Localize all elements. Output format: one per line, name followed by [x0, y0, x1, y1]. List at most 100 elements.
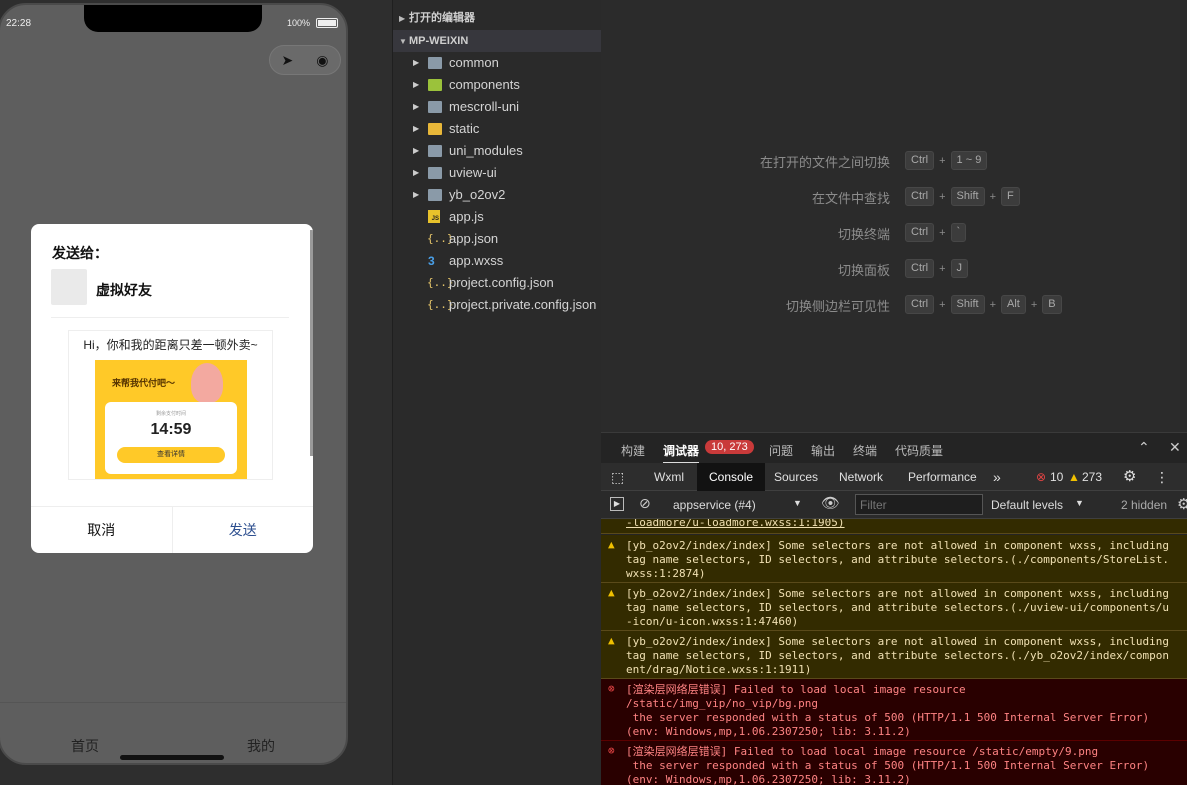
open-editors-label: 打开的编辑器	[409, 12, 475, 24]
status-time: 22:28	[6, 18, 32, 29]
dropdown-arrow-icon[interactable]: ▼	[793, 498, 802, 508]
mini-program-capsule[interactable]: ➤ ◉	[269, 45, 341, 75]
share-card: Hi，你和我的距离只差一顿外卖~ 来帮我代付吧～ 剩余支付时间 14:59 查看…	[68, 330, 273, 480]
devtools-tabs: ⬚ Wxml Console Sources Network Performan…	[601, 463, 1187, 491]
friend-name: 虚拟好友	[96, 282, 152, 298]
hidden-count: 2 hidden	[1121, 498, 1168, 512]
share-card-image: 来帮我代付吧～ 剩余支付时间 14:59 查看详情	[95, 360, 247, 479]
kebab-menu-icon[interactable]: ⋮	[1155, 463, 1169, 491]
tree-item-common[interactable]: ▶ common	[393, 52, 602, 74]
shortcut-label: 在打开的文件之间切换	[759, 155, 890, 170]
error-circle-icon: ⊗	[1036, 470, 1047, 484]
console-toolbar: ▶ ⊘ appservice (#4) ▼ 👁 Default levels ▼…	[601, 491, 1187, 519]
console-warning: ▲ [yb_o2ov2/index/index] Some selectors a…	[601, 583, 1187, 631]
cancel-button[interactable]: 取消	[31, 507, 173, 553]
sidebar-toggle-icon[interactable]: ▶	[610, 497, 624, 511]
tree-item-label: yb_o2ov2	[449, 187, 506, 202]
tree-item-label: project.private.config.json	[449, 297, 597, 312]
tree-item-static[interactable]: ▶ static	[393, 118, 602, 140]
tree-item-app-wxss[interactable]: 3 app.wxss	[393, 250, 602, 272]
chevron-right-icon: ▶	[413, 146, 420, 155]
key-cap: B	[1042, 295, 1062, 314]
collapse-panel-icon[interactable]: ⌃	[1138, 439, 1150, 456]
console-message: -loadmore/u-loadmore.wxss:1:1905)	[601, 519, 1187, 534]
source-link[interactable]: -loadmore/u-loadmore.wxss:1:1905)	[626, 519, 845, 529]
tree-item-app-json[interactable]: {..} app.json	[393, 228, 602, 250]
tab-code-quality[interactable]: 代码质量	[895, 442, 943, 459]
plus-sign: +	[939, 298, 946, 311]
tree-item-yb-o2ov2[interactable]: ▶ yb_o2ov2	[393, 184, 602, 206]
chevron-right-icon: ▶	[413, 102, 420, 111]
context-selector[interactable]: appservice (#4)	[673, 498, 756, 512]
filter-input[interactable]	[855, 494, 983, 515]
project-header[interactable]: ▼ MP-WEIXIN	[393, 30, 601, 52]
warning-triangle-icon: ▲	[608, 586, 615, 599]
shortcut-label: 在文件中查找	[811, 191, 890, 206]
tab-sources[interactable]: Sources	[774, 463, 818, 491]
plus-sign: +	[989, 190, 996, 203]
message-line: tag name selectors, ID selectors, and at…	[626, 649, 1170, 662]
message-line: ent/drag/Notice.wxss:1:1911)	[626, 663, 812, 676]
eye-icon[interactable]: 👁	[821, 494, 840, 512]
key-cap: J	[950, 259, 969, 278]
chevron-right-icon: ▶	[399, 14, 406, 23]
file-explorer: ▶ 打开的编辑器 ▼ MP-WEIXIN ▶ common ▶ components ▶…	[392, 0, 601, 785]
tree-item-components[interactable]: ▶ components	[393, 74, 602, 96]
debugger-badge: 10, 273	[705, 440, 754, 454]
levels-dropdown-icon[interactable]: ▼	[1075, 498, 1084, 508]
tab-wxml[interactable]: Wxml	[654, 463, 684, 491]
tree-item-mescroll-uni[interactable]: ▶ mescroll-uni	[393, 96, 602, 118]
modal-scrollbar[interactable]	[310, 230, 313, 456]
tree-item-label: static	[449, 121, 480, 136]
tab-network[interactable]: Network	[839, 463, 883, 491]
key-cap: Alt	[1001, 295, 1026, 314]
battery-icon	[316, 18, 338, 28]
inspect-element-icon[interactable]: ⬚	[611, 463, 624, 491]
key-cap: Ctrl	[905, 187, 935, 206]
tab-debugger[interactable]: 调试器	[663, 442, 700, 464]
tab-console[interactable]: Console	[697, 463, 766, 491]
console-settings-icon[interactable]: ⚙	[1177, 495, 1187, 513]
message-line: [yb_o2ov2/index/index] Some selectors ar…	[626, 587, 1170, 600]
folder-icon	[428, 145, 442, 157]
message-line: tag name selectors, ID selectors, and at…	[626, 601, 1170, 614]
tab-performance[interactable]: Performance	[908, 463, 977, 491]
error-count[interactable]: 10	[1050, 463, 1063, 491]
message-line: [渲染层网络层错误] Failed to load local image re…	[626, 745, 1099, 758]
promo-detail-button: 查看详情	[117, 447, 225, 463]
settings-gear-icon[interactable]: ⚙	[1123, 463, 1136, 491]
tab-problems[interactable]: 问题	[769, 442, 793, 459]
send-button[interactable]: 发送	[173, 507, 314, 553]
open-editors-header[interactable]: ▶ 打开的编辑器	[393, 7, 601, 29]
log-levels-select[interactable]: Default levels	[991, 498, 1063, 512]
shortcut-row: 在文件中查找 Ctrl + Shift + F	[601, 185, 1187, 207]
plus-sign: +	[989, 298, 996, 311]
message-line: [yb_o2ov2/index/index] Some selectors ar…	[626, 539, 1170, 552]
close-panel-icon[interactable]: ✕	[1169, 439, 1181, 456]
tree-item-project-config[interactable]: {..} project.config.json	[393, 272, 602, 294]
tab-build[interactable]: 构建	[621, 442, 645, 459]
tree-item-label: app.json	[449, 231, 499, 246]
tab-output[interactable]: 输出	[811, 442, 835, 459]
message-line: [yb_o2ov2/index/index] Some selectors ar…	[626, 635, 1170, 648]
tab-home[interactable]: 首页	[71, 736, 99, 756]
tree-item-uni-modules[interactable]: ▶ uni_modules	[393, 140, 602, 162]
tree-item-project-private-config[interactable]: {..} project.private.config.json	[393, 294, 602, 316]
debug-panel: 构建 调试器 10, 273 问题 输出 终端 代码质量 ⌃ ✕ ⬚ Wxml …	[601, 432, 1187, 785]
friend-avatar	[51, 269, 87, 305]
js-file-icon: JS	[428, 210, 440, 223]
tab-mine[interactable]: 我的	[247, 736, 275, 756]
shortcut-keys: Ctrl + Shift + F	[905, 187, 1020, 206]
tab-terminal[interactable]: 终端	[853, 442, 877, 459]
modal-actions: 取消 发送	[31, 506, 313, 553]
clear-console-icon[interactable]: ⊘	[639, 495, 651, 512]
tree-item-label: project.config.json	[449, 275, 554, 290]
key-cap: `	[950, 223, 967, 242]
location-icon[interactable]: ➤	[282, 52, 294, 69]
tree-item-app-js[interactable]: JS app.js	[393, 206, 602, 228]
tree-item-uview-ui[interactable]: ▶ uview-ui	[393, 162, 602, 184]
warning-count[interactable]: 273	[1082, 463, 1102, 491]
more-tabs-button[interactable]: »	[993, 463, 1001, 491]
record-icon[interactable]: ◉	[316, 52, 328, 69]
plus-sign: +	[939, 154, 946, 167]
